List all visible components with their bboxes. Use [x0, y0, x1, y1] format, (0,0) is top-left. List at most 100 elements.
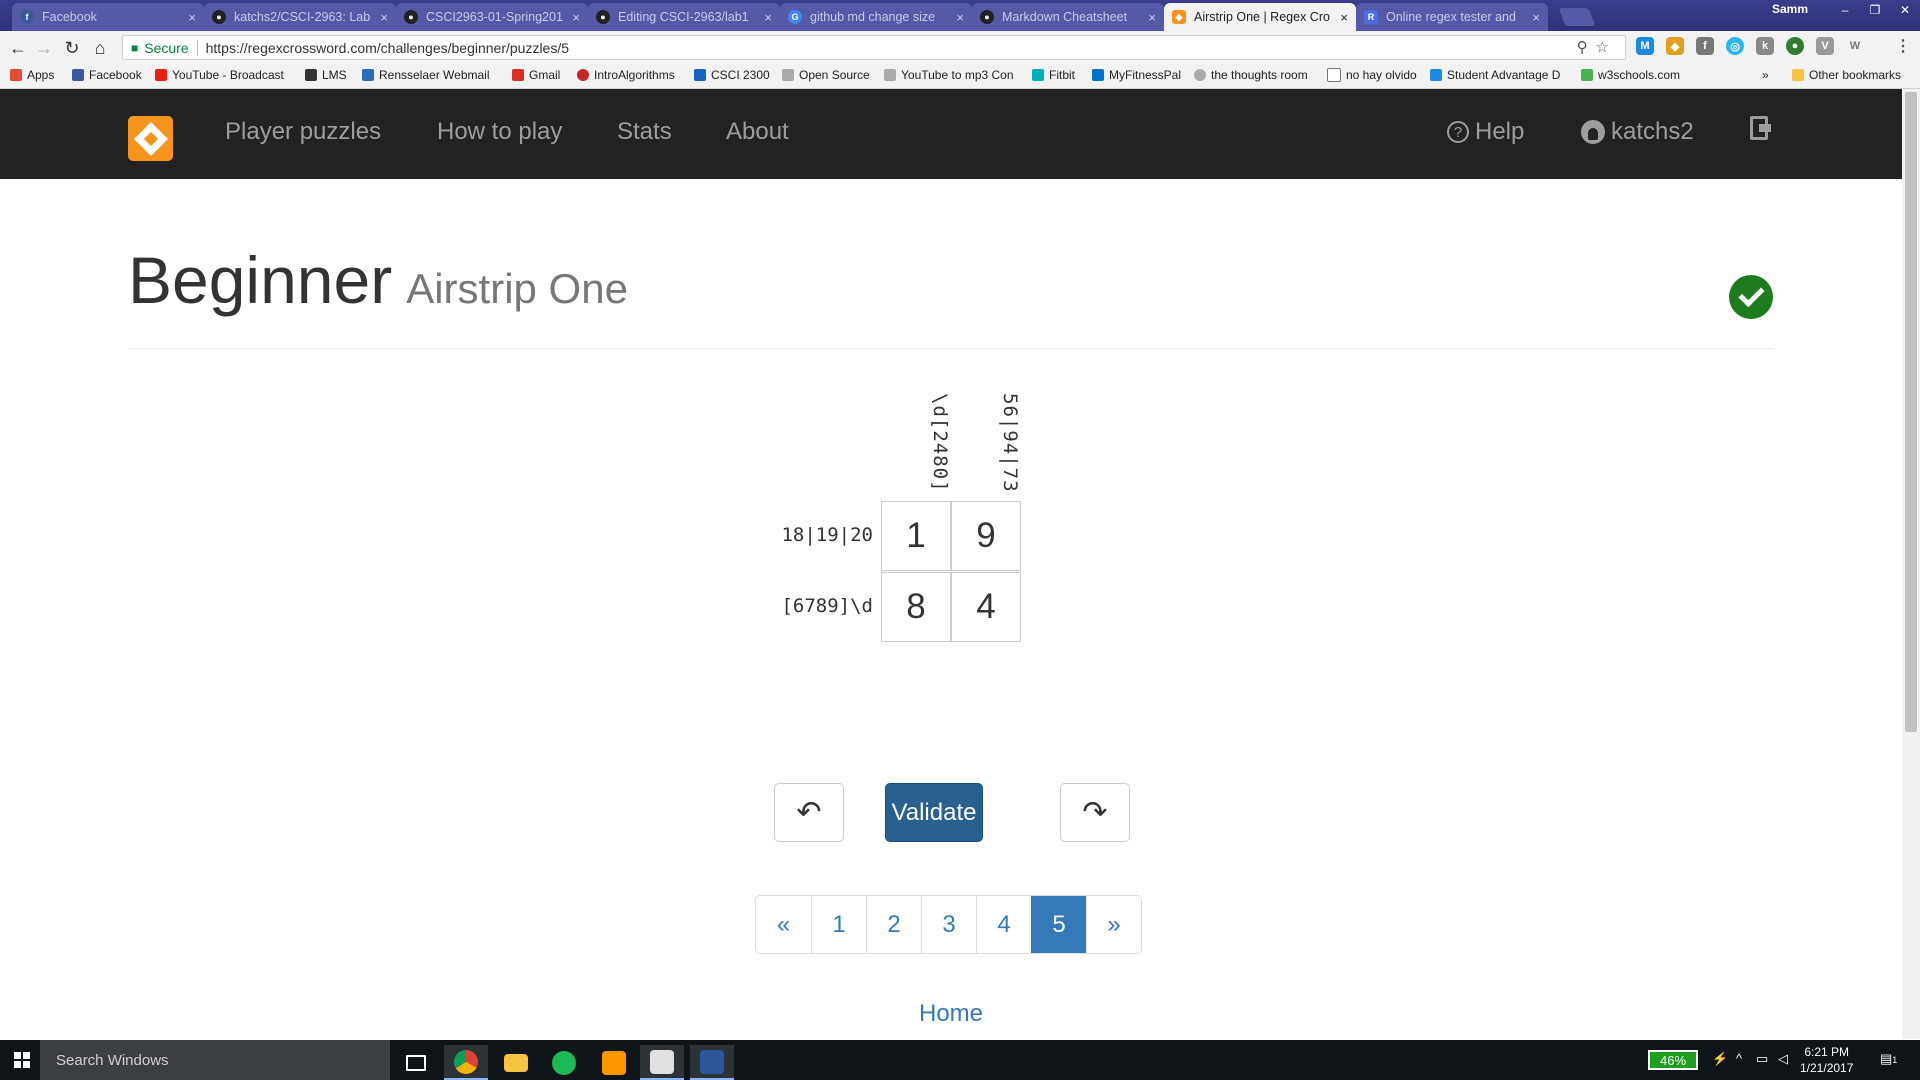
- close-window-icon[interactable]: ✕: [1890, 0, 1920, 20]
- battery-indicator[interactable]: 46%: [1648, 1050, 1698, 1070]
- browser-tab[interactable]: R Online regex tester and ×: [1356, 3, 1548, 31]
- extension-icon[interactable]: k: [1756, 37, 1774, 55]
- browser-tab[interactable]: ● CSCI2963-01-Spring201 ×: [396, 3, 588, 31]
- show-hidden-icons[interactable]: ^: [1736, 1051, 1742, 1066]
- extension-icon[interactable]: f: [1696, 37, 1714, 55]
- help-label: Help: [1475, 118, 1525, 145]
- power-icon[interactable]: ⚡: [1712, 1051, 1728, 1067]
- pagination-page[interactable]: 3: [921, 896, 976, 953]
- taskbar-clock[interactable]: 6:21 PM 1/21/2017: [1800, 1044, 1853, 1076]
- puzzle-cell[interactable]: 8: [881, 572, 951, 642]
- other-bookmarks[interactable]: Other bookmarks: [1792, 68, 1901, 82]
- extension-icon[interactable]: W: [1846, 37, 1864, 55]
- close-tab-icon[interactable]: ×: [380, 10, 388, 25]
- browser-tab[interactable]: ● Markdown Cheatsheet ×: [972, 3, 1164, 31]
- file-explorer-icon[interactable]: [494, 1045, 538, 1080]
- network-icon[interactable]: ▭: [1756, 1051, 1768, 1067]
- bookmark-apps[interactable]: Apps: [10, 68, 54, 82]
- spotify-icon[interactable]: [542, 1045, 586, 1080]
- pagination-next[interactable]: »: [1086, 896, 1141, 953]
- nav-user[interactable]: katchs2: [1581, 118, 1694, 146]
- bookmark-youtube[interactable]: YouTube - Broadcast: [155, 68, 284, 82]
- pagination-page[interactable]: 4: [976, 896, 1031, 953]
- extension-icon[interactable]: M: [1636, 37, 1654, 55]
- volume-icon[interactable]: ◁: [1778, 1051, 1788, 1067]
- back-icon[interactable]: ←: [6, 36, 30, 60]
- student-advantage-icon: [1430, 69, 1442, 81]
- bookmark-student-advantage[interactable]: Student Advantage D: [1430, 68, 1560, 82]
- pagination-page[interactable]: 2: [866, 896, 921, 953]
- bookmark-csci2300[interactable]: CSCI 2300: [694, 68, 770, 82]
- forward-icon[interactable]: →: [32, 36, 56, 60]
- bookmark-facebook[interactable]: Facebook: [72, 68, 142, 82]
- pagination-prev[interactable]: «: [756, 896, 811, 953]
- browser-tab[interactable]: f Facebook ×: [12, 3, 204, 31]
- url-text[interactable]: https://regexcrossword.com/challenges/be…: [206, 40, 569, 56]
- regexcrossword-logo[interactable]: [128, 116, 173, 161]
- undo-button[interactable]: ↶: [774, 783, 844, 842]
- restore-icon[interactable]: ❐: [1860, 0, 1890, 20]
- bookmark-label: YouTube to mp3 Con: [901, 68, 1014, 82]
- bookmark-webmail[interactable]: Rensselaer Webmail: [362, 68, 490, 82]
- task-view-icon[interactable]: [394, 1045, 438, 1080]
- minimize-icon[interactable]: –: [1830, 0, 1860, 20]
- sublime-icon[interactable]: [592, 1045, 636, 1080]
- nav-player-puzzles[interactable]: Player puzzles: [225, 118, 381, 146]
- zoom-and-star-icons[interactable]: ⚲☆: [1577, 38, 1617, 56]
- nav-about[interactable]: About: [726, 118, 789, 146]
- puzzle-cell[interactable]: 9: [951, 501, 1021, 571]
- bookmarks-overflow-icon[interactable]: »: [1762, 68, 1769, 82]
- close-tab-icon[interactable]: ×: [188, 10, 196, 25]
- bookmark-fitbit[interactable]: Fitbit: [1032, 68, 1075, 82]
- windows-search-box[interactable]: Search Windows: [40, 1040, 390, 1080]
- browser-tab-active[interactable]: ◆ Airstrip One | Regex Cro ×: [1164, 3, 1356, 31]
- browser-tab[interactable]: ● Editing CSCI-2963/lab1 ×: [588, 3, 780, 31]
- bookmark-youtube-mp3[interactable]: YouTube to mp3 Con: [884, 68, 1014, 82]
- pagination-page[interactable]: 1: [811, 896, 866, 953]
- reload-icon[interactable]: ↻: [60, 36, 84, 60]
- redo-button[interactable]: ↷: [1060, 783, 1130, 842]
- menu-icon[interactable]: ⋮: [1894, 37, 1912, 55]
- profile-name[interactable]: Samm: [1772, 2, 1808, 16]
- puzzle-cell[interactable]: 1: [881, 501, 951, 571]
- puzzle-cell[interactable]: 4: [951, 572, 1021, 642]
- app-taskbar-icon[interactable]: [640, 1045, 684, 1080]
- validate-button[interactable]: Validate: [885, 783, 983, 842]
- bookmark-thoughts-room[interactable]: the thoughts room: [1194, 68, 1308, 82]
- bookmark-myfitnesspal[interactable]: MyFitnessPal: [1092, 68, 1181, 82]
- nav-help[interactable]: ? Help: [1447, 118, 1524, 146]
- close-tab-icon[interactable]: ×: [956, 10, 964, 25]
- home-icon[interactable]: ⌂: [88, 36, 112, 60]
- windows-start-icon[interactable]: [14, 1052, 30, 1068]
- extension-icon[interactable]: ◆: [1666, 37, 1684, 55]
- close-tab-icon[interactable]: ×: [1148, 10, 1156, 25]
- new-tab-button[interactable]: [1558, 8, 1596, 26]
- close-tab-icon[interactable]: ×: [1340, 10, 1348, 25]
- bookmark-lms[interactable]: LMS: [305, 68, 347, 82]
- bookmark-introalgorithms[interactable]: IntroAlgorithms: [577, 68, 675, 82]
- bookmark-gmail[interactable]: Gmail: [512, 68, 560, 82]
- close-tab-icon[interactable]: ×: [764, 10, 772, 25]
- extension-icon[interactable]: ◎: [1726, 37, 1744, 55]
- close-tab-icon[interactable]: ×: [1532, 10, 1540, 25]
- scrollbar-thumb[interactable]: [1905, 92, 1917, 732]
- pagination-page-current[interactable]: 5: [1031, 896, 1086, 953]
- clock-date: 1/21/2017: [1800, 1061, 1854, 1075]
- browser-tab[interactable]: G github md change size ×: [780, 3, 972, 31]
- bookmark-w3schools[interactable]: w3schools.com: [1581, 68, 1680, 82]
- action-center-icon[interactable]: ▤1: [1880, 1051, 1897, 1067]
- sign-out-icon[interactable]: [1750, 116, 1771, 140]
- extension-icon[interactable]: ●: [1786, 37, 1804, 55]
- word-icon[interactable]: [690, 1045, 734, 1080]
- extension-icon[interactable]: V: [1816, 37, 1834, 55]
- address-bar[interactable]: ■ Secure https://regexcrossword.com/chal…: [122, 35, 1626, 60]
- bookmark-no-hay-olvido[interactable]: no hay olvido: [1327, 68, 1417, 82]
- nav-how-to-play[interactable]: How to play: [437, 118, 562, 146]
- nav-stats[interactable]: Stats: [617, 118, 672, 146]
- bookmark-open-source[interactable]: Open Source: [782, 68, 870, 82]
- user-label: katchs2: [1611, 118, 1694, 145]
- chrome-taskbar-icon[interactable]: [444, 1045, 488, 1080]
- browser-tab[interactable]: ● katchs2/CSCI-2963: Lab ×: [204, 3, 396, 31]
- close-tab-icon[interactable]: ×: [572, 10, 580, 25]
- home-link[interactable]: Home: [919, 1000, 983, 1028]
